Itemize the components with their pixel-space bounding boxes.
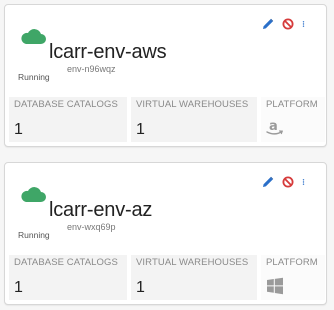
more-vertical-icon[interactable] bbox=[302, 176, 308, 188]
virtual-warehouses-label: VIRTUAL WAREHOUSES bbox=[136, 99, 249, 110]
amazon-icon: a bbox=[266, 119, 284, 135]
disable-icon[interactable] bbox=[282, 18, 294, 30]
environment-stats: DATABASE CATALOGS 1 VIRTUAL WAREHOUSES 1… bbox=[9, 97, 325, 142]
environment-id: env-n96wqz bbox=[67, 64, 116, 74]
virtual-warehouses-label: VIRTUAL WAREHOUSES bbox=[136, 257, 249, 268]
disable-icon[interactable] bbox=[282, 176, 294, 188]
platform-label: PLATFORM bbox=[266, 99, 318, 110]
virtual-warehouses-value: 1 bbox=[136, 279, 145, 296]
environment-card[interactable]: lcarr-env-az env-wxq69p Running DATABASE… bbox=[4, 162, 327, 305]
environment-id: env-wxq69p bbox=[67, 222, 116, 232]
virtual-warehouses-stat: VIRTUAL WAREHOUSES 1 bbox=[131, 97, 257, 142]
environment-name[interactable]: lcarr-env-aws bbox=[49, 41, 167, 64]
database-catalogs-label: DATABASE CATALOGS bbox=[14, 99, 118, 110]
cloud-icon bbox=[21, 187, 46, 202]
database-catalogs-label: DATABASE CATALOGS bbox=[14, 257, 118, 268]
platform-label: PLATFORM bbox=[266, 257, 318, 268]
environment-stats: DATABASE CATALOGS 1 VIRTUAL WAREHOUSES 1… bbox=[9, 255, 325, 300]
status-text: Running bbox=[18, 72, 50, 82]
windows-icon bbox=[267, 277, 283, 295]
virtual-warehouses-stat: VIRTUAL WAREHOUSES 1 bbox=[131, 255, 257, 300]
card-actions bbox=[262, 176, 308, 188]
database-catalogs-value: 1 bbox=[14, 121, 23, 138]
virtual-warehouses-value: 1 bbox=[136, 121, 145, 138]
edit-icon[interactable] bbox=[262, 176, 274, 188]
platform-stat: PLATFORM bbox=[261, 255, 325, 300]
card-actions bbox=[262, 18, 308, 30]
platform-stat: PLATFORM a bbox=[261, 97, 325, 142]
more-vertical-icon[interactable] bbox=[302, 18, 308, 30]
environment-card[interactable]: lcarr-env-aws env-n96wqz Running DATABAS… bbox=[4, 4, 327, 147]
edit-icon[interactable] bbox=[262, 18, 274, 30]
status-text: Running bbox=[18, 230, 50, 240]
cloud-icon bbox=[21, 29, 46, 44]
database-catalogs-stat: DATABASE CATALOGS 1 bbox=[9, 97, 127, 142]
database-catalogs-value: 1 bbox=[14, 279, 23, 296]
database-catalogs-stat: DATABASE CATALOGS 1 bbox=[9, 255, 127, 300]
svg-text:a: a bbox=[269, 119, 278, 134]
environment-name[interactable]: lcarr-env-az bbox=[49, 199, 152, 222]
